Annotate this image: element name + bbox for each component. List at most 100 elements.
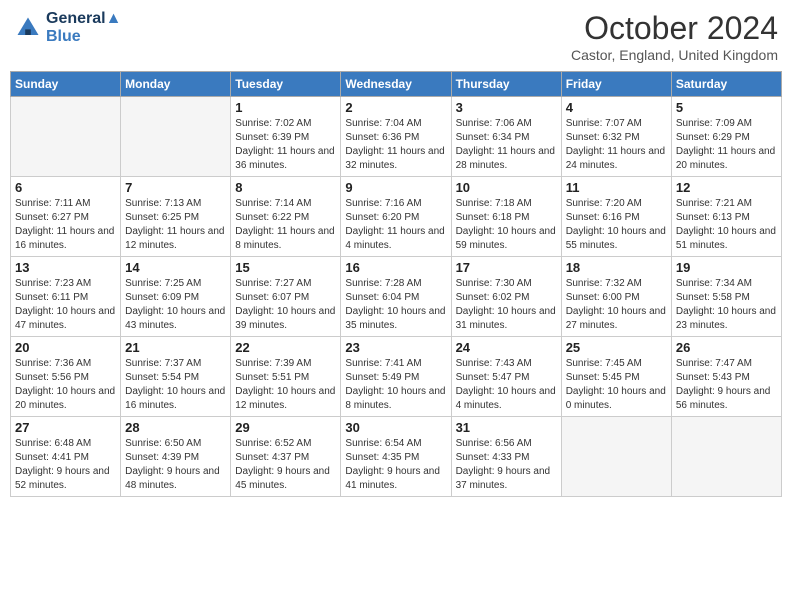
page-header: General▲ Blue October 2024 Castor, Engla…	[10, 10, 782, 63]
calendar-cell: 6 Sunrise: 7:11 AMSunset: 6:27 PMDaylight…	[11, 177, 121, 257]
day-number: 1	[235, 100, 336, 115]
calendar-cell: 7 Sunrise: 7:13 AMSunset: 6:25 PMDaylight…	[121, 177, 231, 257]
day-info: Sunrise: 7:39 AMSunset: 5:51 PMDaylight:…	[235, 357, 336, 413]
calendar-cell: 28 Sunrise: 6:50 AMSunset: 4:39 PMDayligh…	[121, 417, 231, 497]
calendar-cell: 27Sunrise: 6:48 AMSunset: 4:41 PMDayligh…	[11, 417, 121, 497]
day-info: Sunrise: 7:37 AMSunset: 5:54 PMDaylight:…	[125, 357, 226, 413]
day-number: 11	[566, 180, 667, 195]
day-info: Sunrise: 7:07 AMSunset: 6:32 PMDaylight:…	[566, 117, 667, 173]
calendar-cell: 12Sunrise: 7:21 AMSunset: 6:13 PMDayligh…	[671, 177, 781, 257]
day-number: 18	[566, 260, 667, 275]
day-number: 8	[235, 180, 336, 195]
day-info: Sunrise: 7:20 AMSunset: 6:16 PMDaylight:…	[566, 197, 667, 253]
day-header-friday: Friday	[561, 72, 671, 97]
day-info: Sunrise: 7:43 AMSunset: 5:47 PMDaylight:…	[456, 357, 557, 413]
calendar-cell	[561, 417, 671, 497]
day-info: Sunrise: 7:41 AMSunset: 5:49 PMDaylight:…	[345, 357, 446, 413]
calendar-cell: 30 Sunrise: 6:54 AMSunset: 4:35 PMDayligh…	[341, 417, 451, 497]
day-info: Sunrise: 6:54 AMSunset: 4:35 PMDaylight:…	[345, 437, 446, 493]
calendar-cell: 2 Sunrise: 7:04 AMSunset: 6:36 PMDaylight…	[341, 97, 451, 177]
calendar-cell: 25 Sunrise: 7:45 AMSunset: 5:45 PMDayligh…	[561, 337, 671, 417]
day-number: 10	[456, 180, 557, 195]
day-number: 29	[235, 420, 336, 435]
day-number: 22	[235, 340, 336, 355]
day-info: Sunrise: 7:28 AMSunset: 6:04 PMDaylight:…	[345, 277, 446, 333]
week-row-4: 20Sunrise: 7:36 AMSunset: 5:56 PMDayligh…	[11, 337, 782, 417]
day-number: 14	[125, 260, 226, 275]
calendar-cell: 14 Sunrise: 7:25 AMSunset: 6:09 PMDayligh…	[121, 257, 231, 337]
day-number: 7	[125, 180, 226, 195]
day-number: 15	[235, 260, 336, 275]
day-number: 3	[456, 100, 557, 115]
day-info: Sunrise: 7:11 AMSunset: 6:27 PMDaylight:…	[15, 197, 116, 253]
calendar-cell: 26 Sunrise: 7:47 AMSunset: 5:43 PMDayligh…	[671, 337, 781, 417]
day-number: 27	[15, 420, 116, 435]
day-info: Sunrise: 7:27 AMSunset: 6:07 PMDaylight:…	[235, 277, 336, 333]
calendar-cell: 15 Sunrise: 7:27 AMSunset: 6:07 PMDayligh…	[231, 257, 341, 337]
logo-icon	[14, 14, 42, 42]
day-number: 24	[456, 340, 557, 355]
day-header-tuesday: Tuesday	[231, 72, 341, 97]
day-number: 19	[676, 260, 777, 275]
calendar-cell: 8Sunrise: 7:14 AMSunset: 6:22 PMDaylight…	[231, 177, 341, 257]
day-number: 9	[345, 180, 446, 195]
calendar-cell: 23Sunrise: 7:41 AMSunset: 5:49 PMDayligh…	[341, 337, 451, 417]
day-number: 6	[15, 180, 116, 195]
calendar-cell: 16 Sunrise: 7:28 AMSunset: 6:04 PMDayligh…	[341, 257, 451, 337]
day-info: Sunrise: 7:25 AMSunset: 6:09 PMDaylight:…	[125, 277, 226, 333]
week-row-2: 6 Sunrise: 7:11 AMSunset: 6:27 PMDaylight…	[11, 177, 782, 257]
day-header-wednesday: Wednesday	[341, 72, 451, 97]
day-info: Sunrise: 7:34 AMSunset: 5:58 PMDaylight:…	[676, 277, 777, 333]
month-title: October 2024	[571, 10, 778, 47]
day-info: Sunrise: 7:18 AMSunset: 6:18 PMDaylight:…	[456, 197, 557, 253]
day-info: Sunrise: 7:13 AMSunset: 6:25 PMDaylight:…	[125, 197, 226, 253]
day-info: Sunrise: 7:47 AMSunset: 5:43 PMDaylight:…	[676, 357, 777, 413]
calendar-cell: 1 Sunrise: 7:02 AMSunset: 6:39 PMDaylight…	[231, 97, 341, 177]
logo-text: General▲ Blue	[46, 10, 121, 46]
title-block: October 2024 Castor, England, United Kin…	[571, 10, 778, 63]
day-header-thursday: Thursday	[451, 72, 561, 97]
calendar-cell: 11 Sunrise: 7:20 AMSunset: 6:16 PMDayligh…	[561, 177, 671, 257]
day-number: 31	[456, 420, 557, 435]
calendar-cell: 13Sunrise: 7:23 AMSunset: 6:11 PMDayligh…	[11, 257, 121, 337]
day-number: 26	[676, 340, 777, 355]
week-row-3: 13Sunrise: 7:23 AMSunset: 6:11 PMDayligh…	[11, 257, 782, 337]
calendar-table: SundayMondayTuesdayWednesdayThursdayFrid…	[10, 71, 782, 497]
day-number: 2	[345, 100, 446, 115]
day-number: 4	[566, 100, 667, 115]
calendar-cell: 10 Sunrise: 7:18 AMSunset: 6:18 PMDayligh…	[451, 177, 561, 257]
calendar-cell: 19 Sunrise: 7:34 AMSunset: 5:58 PMDayligh…	[671, 257, 781, 337]
logo: General▲ Blue	[14, 10, 121, 46]
day-info: Sunrise: 6:50 AMSunset: 4:39 PMDaylight:…	[125, 437, 226, 493]
calendar-cell: 31 Sunrise: 6:56 AMSunset: 4:33 PMDayligh…	[451, 417, 561, 497]
day-info: Sunrise: 7:32 AMSunset: 6:00 PMDaylight:…	[566, 277, 667, 333]
calendar-cell: 4 Sunrise: 7:07 AMSunset: 6:32 PMDaylight…	[561, 97, 671, 177]
calendar-cell	[121, 97, 231, 177]
day-info: Sunrise: 7:02 AMSunset: 6:39 PMDaylight:…	[235, 117, 336, 173]
calendar-cell: 3 Sunrise: 7:06 AMSunset: 6:34 PMDaylight…	[451, 97, 561, 177]
day-number: 16	[345, 260, 446, 275]
day-info: Sunrise: 6:52 AMSunset: 4:37 PMDaylight:…	[235, 437, 336, 493]
day-info: Sunrise: 7:09 AMSunset: 6:29 PMDaylight:…	[676, 117, 777, 173]
calendar-cell: 22 Sunrise: 7:39 AMSunset: 5:51 PMDayligh…	[231, 337, 341, 417]
location: Castor, England, United Kingdom	[571, 47, 778, 63]
day-info: Sunrise: 6:56 AMSunset: 4:33 PMDaylight:…	[456, 437, 557, 493]
day-info: Sunrise: 7:23 AMSunset: 6:11 PMDaylight:…	[15, 277, 116, 333]
calendar-cell: 9Sunrise: 7:16 AMSunset: 6:20 PMDaylight…	[341, 177, 451, 257]
day-header-saturday: Saturday	[671, 72, 781, 97]
day-number: 30	[345, 420, 446, 435]
day-number: 20	[15, 340, 116, 355]
calendar-cell	[671, 417, 781, 497]
day-number: 28	[125, 420, 226, 435]
calendar-cell: 18 Sunrise: 7:32 AMSunset: 6:00 PMDayligh…	[561, 257, 671, 337]
calendar-cell	[11, 97, 121, 177]
day-header-sunday: Sunday	[11, 72, 121, 97]
week-row-1: 1 Sunrise: 7:02 AMSunset: 6:39 PMDaylight…	[11, 97, 782, 177]
day-info: Sunrise: 7:45 AMSunset: 5:45 PMDaylight:…	[566, 357, 667, 413]
day-number: 12	[676, 180, 777, 195]
day-info: Sunrise: 7:04 AMSunset: 6:36 PMDaylight:…	[345, 117, 446, 173]
day-info: Sunrise: 7:06 AMSunset: 6:34 PMDaylight:…	[456, 117, 557, 173]
day-number: 21	[125, 340, 226, 355]
day-number: 25	[566, 340, 667, 355]
calendar-cell: 24 Sunrise: 7:43 AMSunset: 5:47 PMDayligh…	[451, 337, 561, 417]
